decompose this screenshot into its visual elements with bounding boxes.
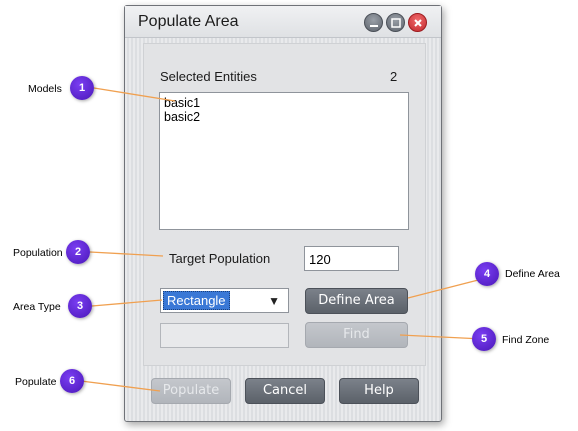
callout-badge-1: 1 (70, 76, 94, 100)
callout-label-population: Population (13, 247, 63, 259)
leader-line-5 (399, 334, 484, 340)
callout-label-define-area: Define Area (505, 268, 560, 280)
leader-line-1 (93, 87, 176, 102)
callout-leader-lines (80, 87, 487, 392)
callout-label-area-type: Area Type (13, 301, 61, 313)
callout-badge-6: 6 (60, 369, 84, 393)
leader-line-2 (89, 251, 164, 257)
callout-label-models: Models (28, 83, 62, 95)
callout-badge-2: 2 (66, 240, 90, 264)
callout-label-find-zone: Find Zone (502, 334, 550, 346)
callout-badge-3: 3 (68, 294, 92, 318)
leader-line-4 (407, 277, 487, 299)
leader-line-3 (91, 299, 163, 307)
callout-badge-5: 5 (472, 327, 496, 351)
leader-line-6 (80, 380, 161, 392)
callout-label-populate: Populate (15, 376, 57, 388)
callout-badge-4: 4 (475, 262, 499, 286)
